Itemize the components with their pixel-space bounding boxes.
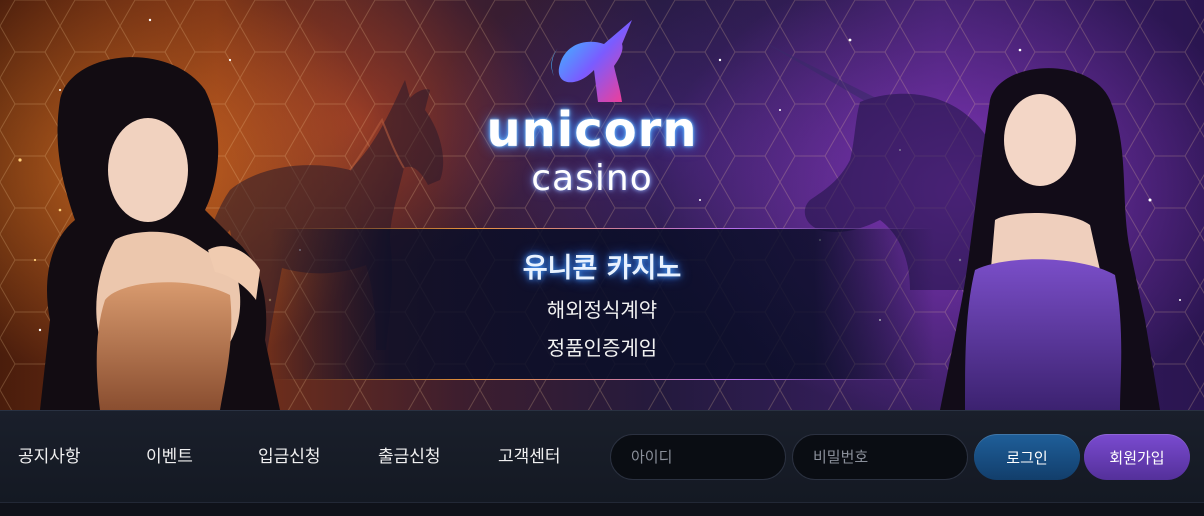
username-input[interactable] — [610, 434, 786, 480]
bottom-strip — [0, 502, 1204, 516]
unicorn-head-icon — [551, 20, 632, 102]
password-input[interactable] — [792, 434, 968, 480]
nav-item-event[interactable]: 이벤트 — [146, 411, 193, 503]
logo-text-unicorn: unicorn — [486, 102, 698, 158]
login-button[interactable]: 로그인 — [974, 434, 1080, 480]
nav-item-support[interactable]: 고객센터 — [498, 411, 561, 503]
logo-text-casino: casino — [531, 158, 653, 199]
nav-item-withdraw[interactable]: 출금신청 — [378, 411, 441, 503]
banner-subtitle-1: 해외정식계약 — [546, 298, 658, 322]
nav-item-deposit[interactable]: 입금신청 — [258, 411, 321, 503]
model-image-left — [40, 57, 280, 410]
banner-title: 유니콘 카지노 — [522, 253, 682, 284]
nav-item-notice[interactable]: 공지사항 — [18, 411, 81, 503]
model-image-right — [940, 68, 1160, 410]
hero-banner: unicorn casino 유니콘 카지노 해외정식계약 정품인증게임 — [0, 0, 1204, 410]
signup-button[interactable]: 회원가입 — [1084, 434, 1190, 480]
promo-banner: 유니콘 카지노 해외정식계약 정품인증게임 — [270, 228, 934, 380]
brand-logo[interactable]: unicorn casino — [462, 18, 722, 199]
banner-subtitle-2: 정품인증게임 — [546, 336, 658, 360]
